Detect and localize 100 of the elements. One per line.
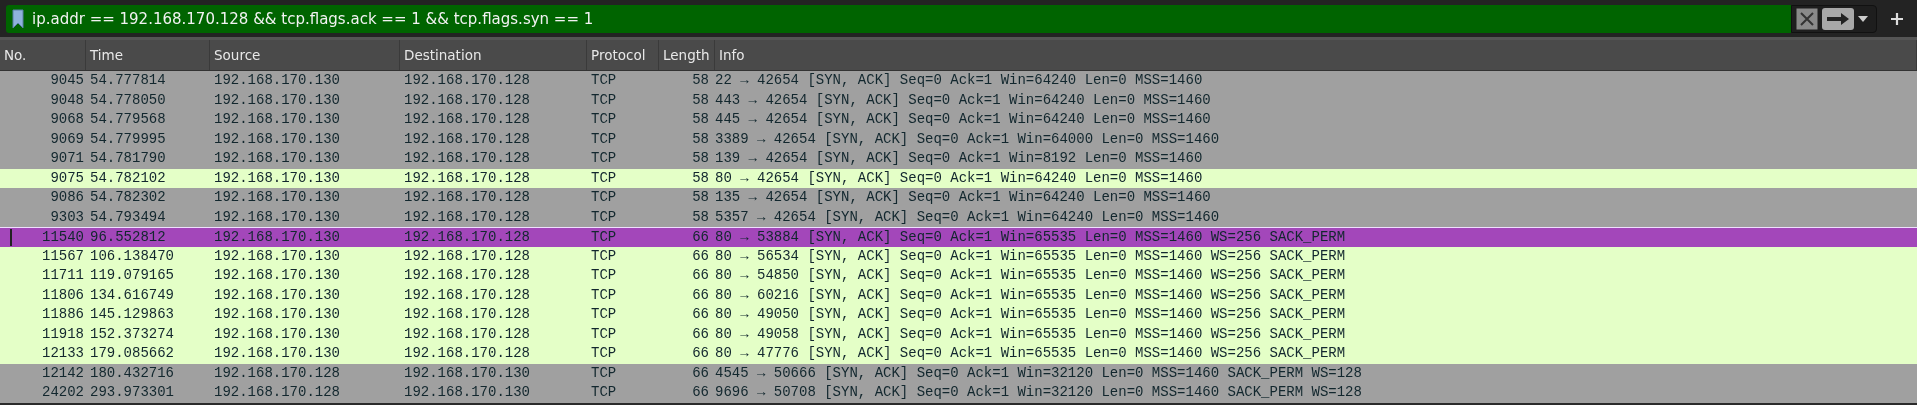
table-cell-text: TCP bbox=[590, 129, 618, 149]
destination-header[interactable]: Destination bbox=[400, 40, 587, 70]
packet-row[interactable]: 12133 179.085662 192.168.170.130 192.168.170.128 TCP 66 80 → 47776 [SYN, ACK] Seq=0 Ack=1 Win=65535 Len=0 MSS=1460 WS=256 SACK_PERM bbox=[0, 344, 1917, 364]
plus-icon[interactable] bbox=[1891, 12, 1903, 25]
table-cell-text: TCP bbox=[590, 207, 618, 227]
table-cell-text: 180.432716 bbox=[89, 363, 175, 383]
table-cell-text: 192.168.170.128 bbox=[403, 110, 532, 130]
no-header[interactable]: No. bbox=[0, 40, 86, 70]
packet-row[interactable]: 11806 134.616749 192.168.170.130 192.168.170.128 TCP 66 80 → 60216 [SYN, ACK] Seq=0 Ack=1 Win=65535 Len=0 MSS=1460 WS=256 SACK_PERM bbox=[0, 285, 1917, 305]
table-cell-text: 192.168.170.130 bbox=[213, 228, 342, 247]
table-cell-text: 12142 bbox=[41, 363, 85, 383]
table-cell-text: 54.782102 bbox=[89, 168, 167, 188]
table-cell-text: 58 bbox=[691, 207, 710, 227]
table-cell-text: 192.168.170.130 bbox=[213, 188, 342, 208]
protocol-header[interactable]: Protocol bbox=[587, 40, 659, 70]
packet-row[interactable]: 12142 180.432716 192.168.170.128 192.168.170.130 TCP 66 4545 → 50666 [SYN, ACK] Seq=0 Ack=1 Win=32120 Len=0 MSS=1460 SACK_PERM WS=128 bbox=[0, 363, 1917, 383]
table-cell-text: 192.168.170.130 bbox=[213, 149, 342, 169]
packet-row[interactable]: 9048 54.778050 192.168.170.130 192.168.170.128 TCP 58 443 → 42654 [SYN, ACK] Seq=0 Ack=1 Win=64240 Len=0 MSS=1460 bbox=[0, 90, 1917, 110]
table-cell-text: 192.168.170.130 bbox=[213, 110, 342, 130]
info-header[interactable]: Info bbox=[715, 40, 1917, 70]
caret-icon[interactable] bbox=[1858, 15, 1868, 22]
table-cell-text: 192.168.170.128 bbox=[403, 344, 532, 364]
table-cell: 11540 bbox=[0, 228, 86, 247]
table-cell-text: 192.168.170.128 bbox=[403, 149, 532, 169]
packet-row[interactable]: 9069 54.779995 192.168.170.130 192.168.170.128 TCP 58 3389 → 42654 [SYN, ACK] Seq=0 Ack=1 Win=64000 Len=0 MSS=1460 bbox=[0, 129, 1917, 149]
filter-field[interactable]: ip.addr == 192.168.170.128 && tcp.flags.ack == 1 && tcp.flags.syn == 1 bbox=[6, 4, 1791, 33]
table-cell-text: 135 → 42654 [SYN, ACK] Seq=0 Ack=1 Win=64240 Len=0 MSS=1460 bbox=[715, 188, 1212, 208]
table-cell-text: 9045 bbox=[49, 71, 85, 91]
packet-row[interactable]: 11711 119.079165 192.168.170.130 192.168.170.128 TCP 66 80 → 54850 [SYN, ACK] Seq=0 Ack=1 Win=65535 Len=0 MSS=1460 WS=256 SACK_PERM bbox=[0, 266, 1917, 286]
table-cell-text: 11711 bbox=[41, 266, 85, 286]
packet-row[interactable]: 9068 54.779568 192.168.170.130 192.168.170.128 TCP 58 445 → 42654 [SYN, ACK] Seq=0 Ack=1 Win=64240 Len=0 MSS=1460 bbox=[0, 110, 1917, 130]
table-cell-text: TCP bbox=[590, 246, 618, 266]
clear-icon[interactable] bbox=[1796, 7, 1818, 30]
table-cell-text: 80 → 49058 [SYN, ACK] Seq=0 Ack=1 Win=65535 Len=0 MSS=1460 WS=256 SACK_PERM bbox=[715, 324, 1347, 344]
table-cell-text: TCP bbox=[590, 110, 618, 130]
table-cell-text: 5357 → 42654 [SYN, ACK] Seq=0 Ack=1 Win=64240 Len=0 MSS=1460 bbox=[715, 207, 1221, 227]
table-cell-text: TCP bbox=[590, 188, 618, 208]
table-cell-text: 58 bbox=[691, 129, 710, 149]
table-cell-text: 54.779568 bbox=[89, 110, 167, 130]
table-cell-text: 192.168.170.130 bbox=[403, 383, 532, 403]
bookmark-icon[interactable] bbox=[12, 8, 24, 29]
packet-row[interactable]: 9045 54.777814 192.168.170.130 192.168.170.128 TCP 58 22 → 42654 [SYN, ACK] Seq=0 Ack=1 Win=64240 Len=0 MSS=1460 bbox=[0, 71, 1917, 91]
table-cell-text: 58 bbox=[691, 71, 710, 91]
packet-row[interactable]: 11918 152.373274 192.168.170.130 192.168.170.128 TCP 66 80 → 49058 [SYN, ACK] Seq=0 Ack=1 Win=65535 Len=0 MSS=1460 WS=256 SACK_PERM bbox=[0, 324, 1917, 344]
packet-row[interactable]: 11567 106.138470 192.168.170.130 192.168.170.128 TCP 66 80 → 56534 [SYN, ACK] Seq=0 Ack=1 Win=65535 Len=0 MSS=1460 WS=256 SACK_PERM bbox=[0, 246, 1917, 266]
table-cell-text: 119.079165 bbox=[89, 266, 175, 286]
table-cell-text: 11918 bbox=[41, 324, 85, 344]
table-cell-text: 58 bbox=[691, 168, 710, 188]
table-cell-text: TCP bbox=[590, 71, 618, 91]
table-cell-text: TCP bbox=[590, 168, 618, 188]
packet-row[interactable]: 9303 54.793494 192.168.170.130 192.168.170.128 TCP 58 5357 → 42654 [SYN, ACK] Seq=0 Ack=1 Win=64240 Len=0 MSS=1460 bbox=[0, 207, 1917, 227]
table-cell-text: TCP bbox=[590, 383, 618, 403]
length-header[interactable]: Length bbox=[659, 40, 715, 70]
source-header[interactable]: Source bbox=[210, 40, 400, 70]
table-cell-text: 80 → 60216 [SYN, ACK] Seq=0 Ack=1 Win=65535 Len=0 MSS=1460 WS=256 SACK_PERM bbox=[715, 285, 1347, 305]
table-cell-text: TCP bbox=[590, 363, 618, 383]
packet-row[interactable]: 9071 54.781790 192.168.170.130 192.168.170.128 TCP 58 139 → 42654 [SYN, ACK] Seq=0 Ack=1 Win=8192 Len=0 MSS=1460 bbox=[0, 149, 1917, 169]
table-cell-text: 443 → 42654 [SYN, ACK] Seq=0 Ack=1 Win=64240 Len=0 MSS=1460 bbox=[715, 90, 1212, 110]
table-cell-text: 139 → 42654 [SYN, ACK] Seq=0 Ack=1 Win=8192 Len=0 MSS=1460 bbox=[715, 149, 1204, 169]
table-cell-text: 134.616749 bbox=[89, 285, 175, 305]
table-cell-text: 80 → 42654 [SYN, ACK] Seq=0 Ack=1 Win=64240 Len=0 MSS=1460 bbox=[715, 168, 1204, 188]
table-cell-text: 11886 bbox=[41, 305, 85, 325]
packet-row[interactable]: 9086 54.782302 192.168.170.130 192.168.170.128 TCP 58 135 → 42654 [SYN, ACK] Seq=0 Ack=1 Win=64240 Len=0 MSS=1460 bbox=[0, 188, 1917, 208]
table-cell-text: TCP bbox=[590, 285, 618, 305]
table-cell-text: 192.168.170.128 bbox=[403, 228, 532, 247]
table-cell-text: 192.168.170.130 bbox=[213, 129, 342, 149]
packet-row[interactable]: 11886 145.129863 192.168.170.130 192.168.170.128 TCP 66 80 → 49050 [SYN, ACK] Seq=0 Ack=1 Win=65535 Len=0 MSS=1460 WS=256 SACK_PERM bbox=[0, 305, 1917, 325]
table-cell-text: 192.168.170.130 bbox=[213, 324, 342, 344]
table-cell-text: 192.168.170.130 bbox=[403, 363, 532, 383]
table-cell-text: 9048 bbox=[49, 90, 85, 110]
time-header[interactable]: Time bbox=[86, 40, 210, 70]
table-cell-text: 192.168.170.128 bbox=[403, 305, 532, 325]
table-cell-text: 66 bbox=[691, 344, 710, 364]
table-cell-text: 66 bbox=[691, 285, 710, 305]
table-cell-text: 54.793494 bbox=[89, 207, 167, 227]
table-cell-text: 66 bbox=[691, 363, 710, 383]
packet-row[interactable]: 24202 293.973301 192.168.170.128 192.168.170.130 TCP 66 9696 → 50708 [SYN, ACK] Seq=0 Ack=1 Win=32120 Len=0 MSS=1460 SACK_PERM WS=128 bbox=[0, 383, 1917, 403]
table-cell-text: 192.168.170.130 bbox=[213, 168, 342, 188]
table-cell-text: 192.168.170.128 bbox=[213, 363, 342, 383]
table-cell-text: 192.168.170.128 bbox=[403, 324, 532, 344]
table-cell-text: 80 → 47776 [SYN, ACK] Seq=0 Ack=1 Win=65535 Len=0 MSS=1460 WS=256 SACK_PERM bbox=[715, 344, 1347, 364]
packet-row[interactable]: 9075 54.782102 192.168.170.130 192.168.170.128 TCP 58 80 → 42654 [SYN, ACK] Seq=0 Ack=1 Win=64240 Len=0 MSS=1460 bbox=[0, 168, 1917, 188]
table-cell-text: 152.373274 bbox=[89, 324, 175, 344]
table-cell-text: 192.168.170.128 bbox=[213, 383, 342, 403]
table-cell-text: 58 bbox=[691, 188, 710, 208]
table-cell-text: TCP bbox=[590, 228, 618, 247]
table-cell-text: 66 bbox=[691, 383, 710, 403]
table-cell-text: 12133 bbox=[41, 344, 85, 364]
table-cell-text: 9086 bbox=[49, 188, 85, 208]
table-cell-text: 54.777814 bbox=[89, 71, 167, 91]
table-cell-text: 445 → 42654 [SYN, ACK] Seq=0 Ack=1 Win=64240 Len=0 MSS=1460 bbox=[715, 110, 1212, 130]
table-cell-text: 58 bbox=[691, 149, 710, 169]
table-cell-text: 9696 → 50708 [SYN, ACK] Seq=0 Ack=1 Win=32120 Len=0 MSS=1460 SACK_PERM WS=128 bbox=[715, 383, 1363, 403]
table-cell-text: 11806 bbox=[41, 285, 85, 305]
table-cell-text: TCP bbox=[590, 324, 618, 344]
table-cell-text: 9071 bbox=[49, 149, 85, 169]
table-cell-text: 11567 bbox=[41, 246, 85, 266]
table-cell-text: 9068 bbox=[49, 110, 85, 130]
table-cell-text: 293.973301 bbox=[89, 383, 175, 403]
table-cell-text: 58 bbox=[691, 110, 710, 130]
